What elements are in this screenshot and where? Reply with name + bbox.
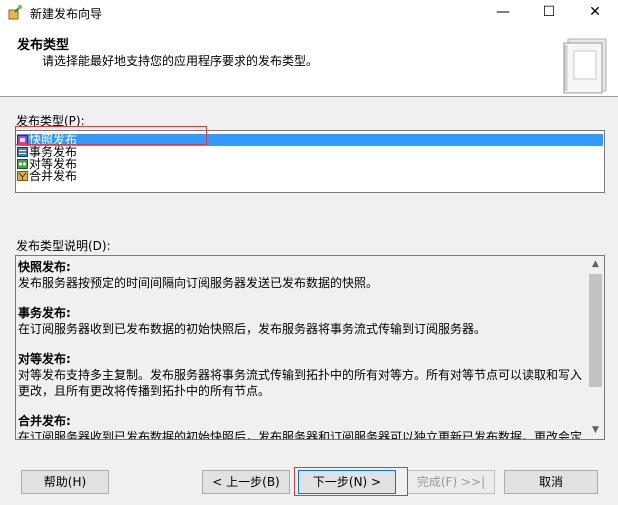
close-button[interactable]: ✕ [572,0,618,25]
page-subtitle: 请选择能最好地支持您的应用程序要求的发布类型。 [42,54,319,68]
scroll-up-icon[interactable]: ▲ [587,256,604,273]
description-text: 对等发布支持多主复制。发布服务器将事务流式传输到拓扑中的所有对等方。所有对等节点… [18,368,583,398]
merge-publication-icon [17,171,28,181]
description-entry-transactional: 事务发布: 在订阅服务器收到已发布数据的初始快照后，发布服务器将事务流式传输到订阅… [18,305,586,337]
description-box: 快照发布: 发布服务器按预定的时间间隔向订阅服务器发送已发布数据的快照。 事务发布… [15,255,605,440]
cancel-button[interactable]: 取消 [504,470,598,494]
peer-to-peer-publication-icon [17,159,28,169]
help-button[interactable]: 帮助(H) [21,470,109,494]
back-button[interactable]: < 上一步(B) [202,470,290,494]
description-text: 在订阅服务器收到已发布数据的初始快照后，发布服务器将事务流式传输到订阅服务器。 [18,322,487,336]
scroll-thumb[interactable] [589,274,602,387]
transactional-publication-icon [17,147,28,157]
publication-book-icon [563,38,607,94]
description-text: 在订阅服务器收到已发布数据的初始快照后，发布服务器和订阅服务器可以独立更新已发布… [18,430,583,440]
list-item-label: 合并发布 [29,169,78,183]
description-label: 发布类型说明(D): [16,239,111,253]
wizard-header: 发布类型 请选择能最好地支持您的应用程序要求的发布类型。 [0,25,618,97]
wizard-app-icon [8,5,22,20]
window-title: 新建发布向导 [30,7,103,21]
description-title: 快照发布: [18,260,71,274]
description-entry-snapshot: 快照发布: 发布服务器按预定的时间间隔向订阅服务器发送已发布数据的快照。 [18,259,586,291]
next-button-highlight-outline [294,467,408,496]
list-item-merge[interactable]: 合并发布 [17,170,77,182]
description-scrollbar[interactable]: ▲ ▼ [587,256,604,439]
description-content: 快照发布: 发布服务器按预定的时间间隔向订阅服务器发送已发布数据的快照。 事务发布… [18,259,586,440]
title-bar: 新建发布向导 — ☐ ✕ [0,0,618,25]
finish-button[interactable]: 完成(F) >>| [407,470,495,494]
selection-highlight-outline [15,126,207,145]
maximize-button[interactable]: ☐ [526,0,572,25]
description-title: 合并发布: [18,414,71,428]
scroll-down-icon[interactable]: ▼ [587,422,604,439]
description-title: 事务发布: [18,306,71,320]
page-title: 发布类型 [17,38,70,53]
description-entry-peer-to-peer: 对等发布: 对等发布支持多主复制。发布服务器将事务流式传输到拓扑中的所有对等方。所… [18,351,586,399]
minimize-button[interactable]: — [480,0,526,25]
description-entry-merge: 合并发布: 在订阅服务器收到已发布数据的初始快照后，发布服务器和订阅服务器可以独立… [18,413,586,440]
description-text: 发布服务器按预定的时间间隔向订阅服务器发送已发布数据的快照。 [18,276,379,290]
description-title: 对等发布: [18,352,71,366]
